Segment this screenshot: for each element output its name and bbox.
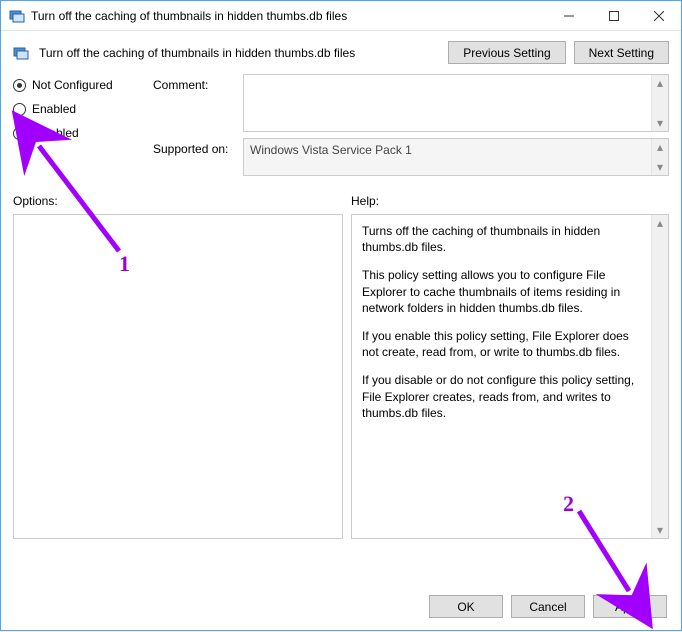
policy-icon xyxy=(13,45,29,61)
minimize-button[interactable] xyxy=(546,1,591,30)
scroll-up-icon: ▴ xyxy=(653,75,668,91)
radio-disabled[interactable]: Disabled xyxy=(13,126,133,140)
state-radios: Not Configured Enabled Disabled xyxy=(13,74,133,182)
radio-icon xyxy=(13,79,26,92)
header-row: Turn off the caching of thumbnails in hi… xyxy=(13,41,669,64)
help-column: Help: Turns off the caching of thumbnail… xyxy=(351,194,669,539)
scroll-up-icon: ▴ xyxy=(653,215,668,231)
comment-field-row: Comment: ▴ ▾ xyxy=(153,74,669,132)
ok-button[interactable]: OK xyxy=(429,595,503,618)
dialog-buttons: OK Cancel Apply xyxy=(429,595,667,618)
apply-button[interactable]: Apply xyxy=(593,595,667,618)
content-area: Turn off the caching of thumbnails in hi… xyxy=(1,31,681,549)
help-p4: If you disable or do not configure this … xyxy=(362,372,641,421)
scroll-down-icon: ▾ xyxy=(653,115,668,131)
scroll-down-icon: ▾ xyxy=(653,159,668,175)
maximize-button[interactable] xyxy=(591,1,636,30)
radio-enabled[interactable]: Enabled xyxy=(13,102,133,116)
help-label: Help: xyxy=(351,194,669,208)
help-content: Turns off the caching of thumbnails in h… xyxy=(352,215,651,538)
lower-section: Options: Help: Turns off the caching of … xyxy=(13,194,669,539)
window-controls xyxy=(546,1,681,30)
next-setting-button[interactable]: Next Setting xyxy=(574,41,669,64)
radio-icon xyxy=(13,103,26,116)
help-p3: If you enable this policy setting, File … xyxy=(362,328,641,360)
top-section: Not Configured Enabled Disabled Comment: xyxy=(13,74,669,182)
supported-value: Windows Vista Service Pack 1 xyxy=(244,139,651,175)
scrollbar[interactable]: ▴ ▾ xyxy=(651,215,668,538)
scroll-up-icon: ▴ xyxy=(653,139,668,155)
help-p2: This policy setting allows you to config… xyxy=(362,267,641,316)
options-pane xyxy=(13,214,343,539)
options-column: Options: xyxy=(13,194,343,539)
scroll-down-icon: ▾ xyxy=(653,522,668,538)
scrollbar[interactable]: ▴ ▾ xyxy=(651,75,668,131)
dialog-window: Turn off the caching of thumbnails in hi… xyxy=(0,0,682,631)
policy-title: Turn off the caching of thumbnails in hi… xyxy=(37,46,440,60)
comment-value xyxy=(244,75,651,131)
options-label: Options: xyxy=(13,194,343,208)
radio-label: Not Configured xyxy=(32,78,113,92)
fields: Comment: ▴ ▾ Supported on: Windows Vista… xyxy=(153,74,669,182)
app-icon xyxy=(9,8,25,24)
window-title: Turn off the caching of thumbnails in hi… xyxy=(31,9,546,23)
comment-textarea[interactable]: ▴ ▾ xyxy=(243,74,669,132)
supported-label: Supported on: xyxy=(153,138,243,176)
titlebar: Turn off the caching of thumbnails in hi… xyxy=(1,1,681,31)
options-content xyxy=(14,215,342,538)
radio-label: Disabled xyxy=(32,126,79,140)
supported-field-row: Supported on: Windows Vista Service Pack… xyxy=(153,138,669,176)
radio-icon xyxy=(13,127,26,140)
comment-label: Comment: xyxy=(153,74,243,132)
previous-setting-button[interactable]: Previous Setting xyxy=(448,41,565,64)
help-pane: Turns off the caching of thumbnails in h… xyxy=(351,214,669,539)
cancel-button[interactable]: Cancel xyxy=(511,595,585,618)
scrollbar[interactable]: ▴ ▾ xyxy=(651,139,668,175)
supported-textarea: Windows Vista Service Pack 1 ▴ ▾ xyxy=(243,138,669,176)
radio-not-configured[interactable]: Not Configured xyxy=(13,78,133,92)
close-button[interactable] xyxy=(636,1,681,30)
help-p1: Turns off the caching of thumbnails in h… xyxy=(362,223,641,255)
radio-label: Enabled xyxy=(32,102,76,116)
